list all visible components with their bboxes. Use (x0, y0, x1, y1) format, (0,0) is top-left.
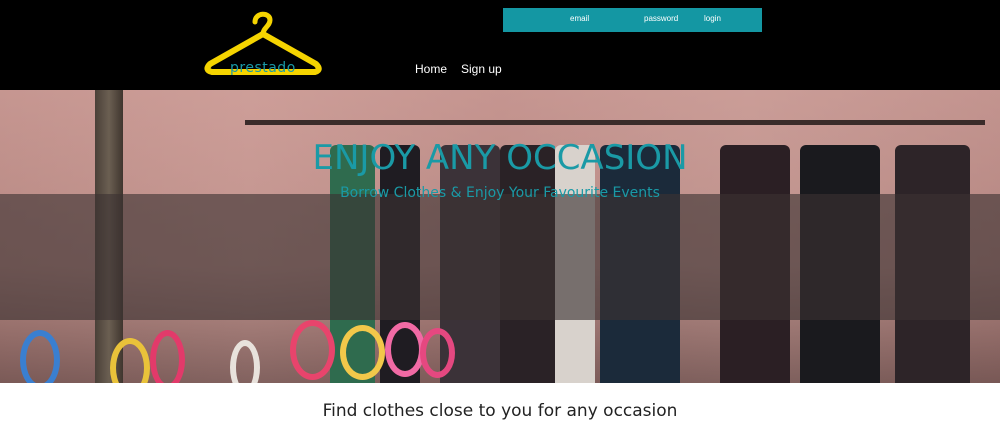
hanger-ring-image (340, 325, 385, 380)
hero-banner (0, 194, 1000, 320)
email-field[interactable]: email (570, 14, 589, 23)
nav-home-link[interactable]: Home (415, 62, 447, 76)
rack-rail-image (245, 120, 985, 125)
hanger-ring-image (150, 330, 185, 383)
hero-subtitle: Borrow Clothes & Enjoy Your Favourite Ev… (340, 185, 660, 201)
hero-section (0, 90, 1000, 383)
hanger-ring-image (385, 322, 425, 377)
login-button[interactable]: login (704, 14, 721, 23)
page-tagline: Find clothes close to you for any occasi… (322, 401, 678, 421)
hanger-ring-image (20, 330, 60, 383)
hanger-ring-image (290, 320, 335, 380)
site-logo[interactable]: prestado (200, 8, 325, 80)
nav-signup-link[interactable]: Sign up (461, 62, 502, 76)
site-header: prestado email password login Home Sign … (0, 0, 1000, 90)
hanger-ring-image (420, 328, 455, 378)
logo-text: prestado (230, 60, 296, 76)
password-field[interactable]: password (644, 14, 678, 23)
login-bar: email password login (503, 8, 762, 32)
hero-title: ENJOY ANY OCCASION (312, 138, 688, 178)
